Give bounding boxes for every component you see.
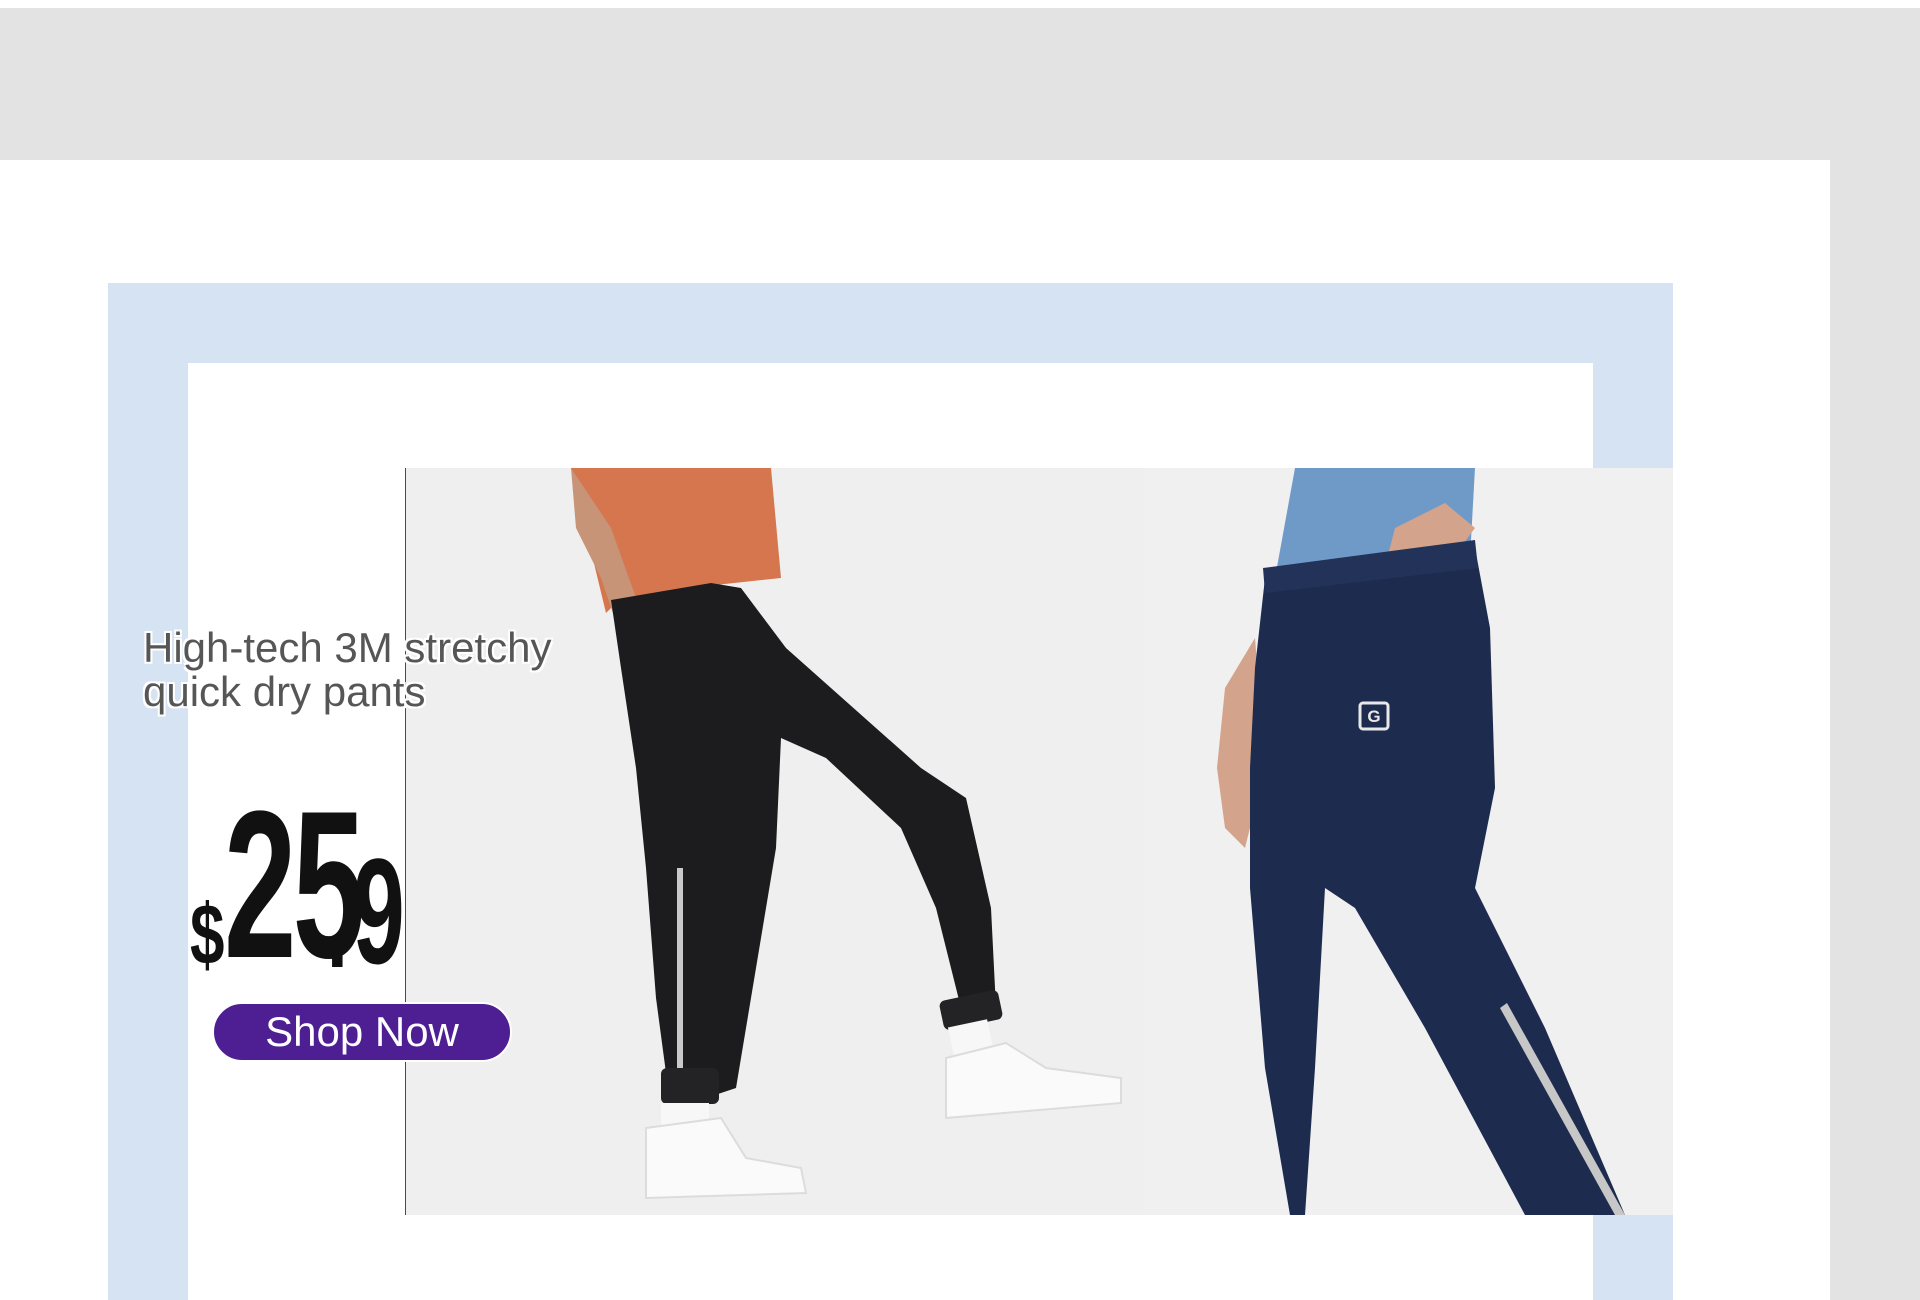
product-headline: High-tech 3M stretchy quick dry pants: [143, 626, 603, 714]
svg-text:G: G: [1367, 707, 1380, 726]
shop-now-button[interactable]: Shop Now: [212, 1002, 512, 1062]
headline-line-1: High-tech 3M stretchy: [143, 624, 552, 671]
price-separator: .: [327, 859, 349, 993]
black-joggers-illustration: [406, 468, 1146, 1215]
navy-pants-illustration: G: [1145, 468, 1673, 1215]
right-gray-band: [1830, 160, 1920, 1300]
product-photo-black-joggers[interactable]: [405, 468, 1146, 1215]
product-photo-navy-pants[interactable]: G: [1145, 468, 1673, 1215]
price-decimal: 9: [352, 827, 405, 995]
price-tag: $ 25 . 9: [190, 780, 436, 995]
top-gray-band: [0, 8, 1920, 160]
price-currency: $: [190, 887, 225, 983]
top-strip: [0, 0, 1920, 8]
headline-line-2: quick dry pants: [143, 668, 426, 715]
